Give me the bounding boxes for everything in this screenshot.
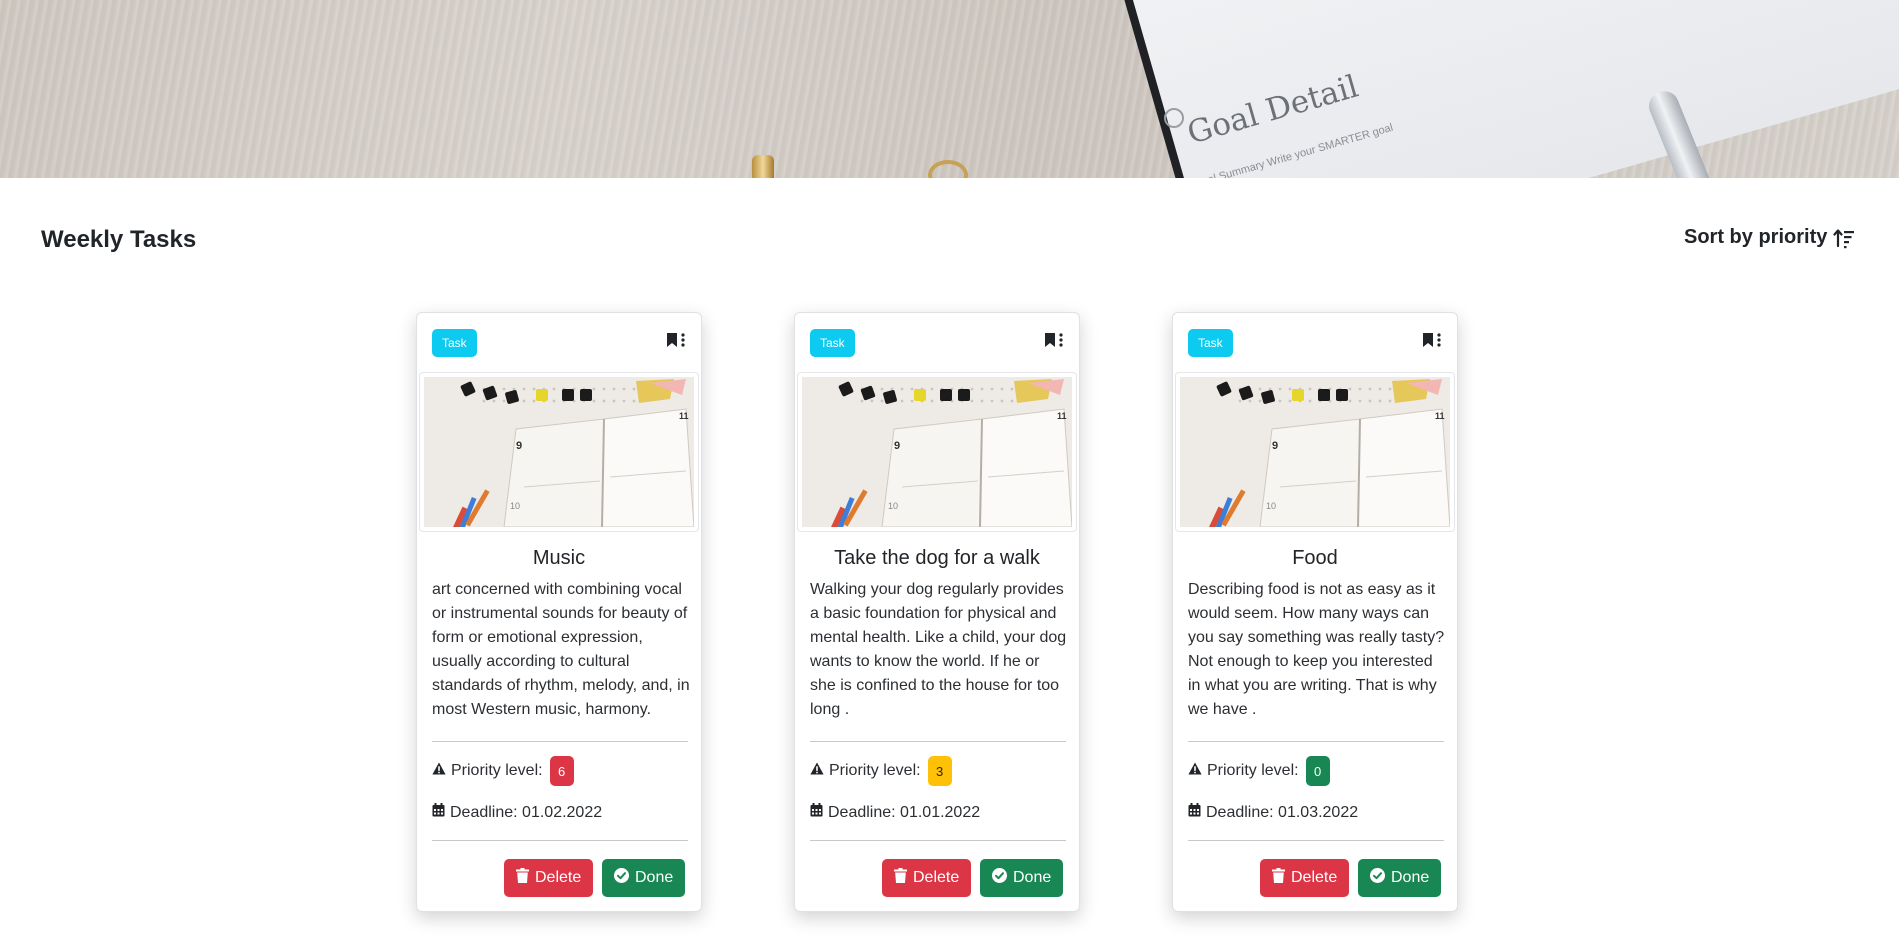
done-button[interactable]: Done (980, 859, 1064, 897)
svg-text:9: 9 (1272, 440, 1278, 452)
svg-text:10: 10 (510, 501, 520, 511)
priority-label: Priority level: (829, 762, 921, 779)
svg-text:9: 9 (516, 440, 522, 452)
card-description: art concerned with combining vocal or in… (432, 581, 690, 718)
card-actions[interactable] (1422, 332, 1441, 353)
warning-icon (810, 762, 824, 780)
card-title: Music (532, 547, 586, 569)
priority-label: Priority level: (1207, 762, 1299, 779)
delete-label: Delete (913, 869, 960, 886)
svg-text:11: 11 (1435, 411, 1445, 421)
more-vertical-icon[interactable] (1437, 333, 1441, 352)
task-card: Task (1172, 312, 1458, 912)
delete-button[interactable]: Delete (1260, 859, 1350, 897)
done-label: Done (1391, 869, 1430, 886)
task-badge: Task (810, 329, 855, 357)
delete-label: Delete (1291, 869, 1338, 886)
calendar-icon (432, 803, 445, 822)
svg-text:11: 11 (1057, 411, 1067, 421)
bookmark-icon[interactable] (1422, 332, 1434, 353)
priority-row: Priority level: 0 (1188, 756, 1330, 786)
check-circle-icon (614, 868, 629, 888)
svg-text:10: 10 (888, 501, 898, 511)
card-header: Task (417, 313, 701, 371)
warning-icon (432, 762, 446, 780)
card-title: Take the dog for a walk (834, 547, 1040, 569)
priority-row: Priority level: 6 (432, 756, 574, 786)
card-description: Walking your dog regularly provides a ba… (810, 581, 1067, 718)
check-circle-icon (992, 868, 1007, 888)
deadline-text: Deadline: 01.03.2022 (1206, 803, 1359, 821)
svg-text:10: 10 (1266, 501, 1276, 511)
sort-label: Sort by priority (1684, 226, 1828, 248)
deadline-text: Deadline: 01.02.2022 (450, 803, 603, 821)
card-title: Food (1292, 547, 1338, 569)
calendar-icon (810, 803, 823, 822)
done-label: Done (635, 869, 674, 886)
deadline-row: Deadline: 01.03.2022 (1188, 803, 1358, 822)
deadline-row: Deadline: 01.02.2022 (432, 803, 602, 822)
delete-button[interactable]: Delete (882, 859, 972, 897)
card-divider (810, 741, 1066, 742)
hero-banner: Goal Detail Goal Summary Write your SMAR… (0, 0, 1899, 178)
check-circle-icon (1370, 868, 1385, 888)
priority-level-badge: 6 (549, 756, 574, 786)
binder-clip-image (752, 155, 774, 178)
priority-level-badge: 0 (1305, 756, 1330, 786)
card-divider (1188, 741, 1444, 742)
sort-by-priority-button[interactable]: Sort by priority (1684, 226, 1855, 249)
sort-ascending-icon (1833, 227, 1855, 249)
card-header: Task (1173, 313, 1457, 371)
deadline-row: Deadline: 01.01.2022 (810, 803, 980, 822)
trash-icon (894, 868, 907, 888)
card-divider (1188, 840, 1444, 841)
card-actions[interactable] (1044, 332, 1063, 353)
done-label: Done (1013, 869, 1052, 886)
svg-text:9: 9 (894, 440, 900, 452)
card-divider (810, 840, 1066, 841)
more-vertical-icon[interactable] (1059, 333, 1063, 352)
card-description: Describing food is not as easy as it wou… (1188, 581, 1445, 718)
delete-button[interactable]: Delete (504, 859, 594, 897)
deadline-text: Deadline: 01.01.2022 (828, 803, 981, 821)
card-header: Task (795, 313, 1079, 371)
bookmark-icon[interactable] (666, 332, 678, 353)
svg-text:11: 11 (679, 411, 689, 421)
done-button[interactable]: Done (602, 859, 686, 897)
priority-level-badge: 3 (927, 756, 952, 786)
task-badge: Task (432, 329, 477, 357)
card-divider (432, 741, 688, 742)
priority-row: Priority level: 3 (810, 756, 952, 786)
card-divider (432, 840, 688, 841)
planner-image: 9 11 10 (1175, 372, 1455, 532)
goal-icon (1164, 108, 1184, 128)
priority-label: Priority level: (451, 762, 543, 779)
bookmark-icon[interactable] (1044, 332, 1056, 353)
trash-icon (1272, 868, 1285, 888)
page-title: Weekly Tasks (41, 226, 197, 253)
card-actions[interactable] (666, 332, 685, 353)
warning-icon (1188, 762, 1202, 780)
task-card: Task (794, 312, 1080, 912)
more-vertical-icon[interactable] (681, 333, 685, 352)
calendar-icon (1188, 803, 1201, 822)
task-card: Task (416, 312, 702, 912)
notebook-page-image (1110, 0, 1899, 178)
paper-clip-image (928, 160, 968, 178)
done-button[interactable]: Done (1358, 859, 1442, 897)
planner-image: 9 11 10 (797, 372, 1077, 532)
planner-image: 9 11 10 (419, 372, 699, 532)
task-badge: Task (1188, 329, 1233, 357)
trash-icon (516, 868, 529, 888)
delete-label: Delete (535, 869, 582, 886)
